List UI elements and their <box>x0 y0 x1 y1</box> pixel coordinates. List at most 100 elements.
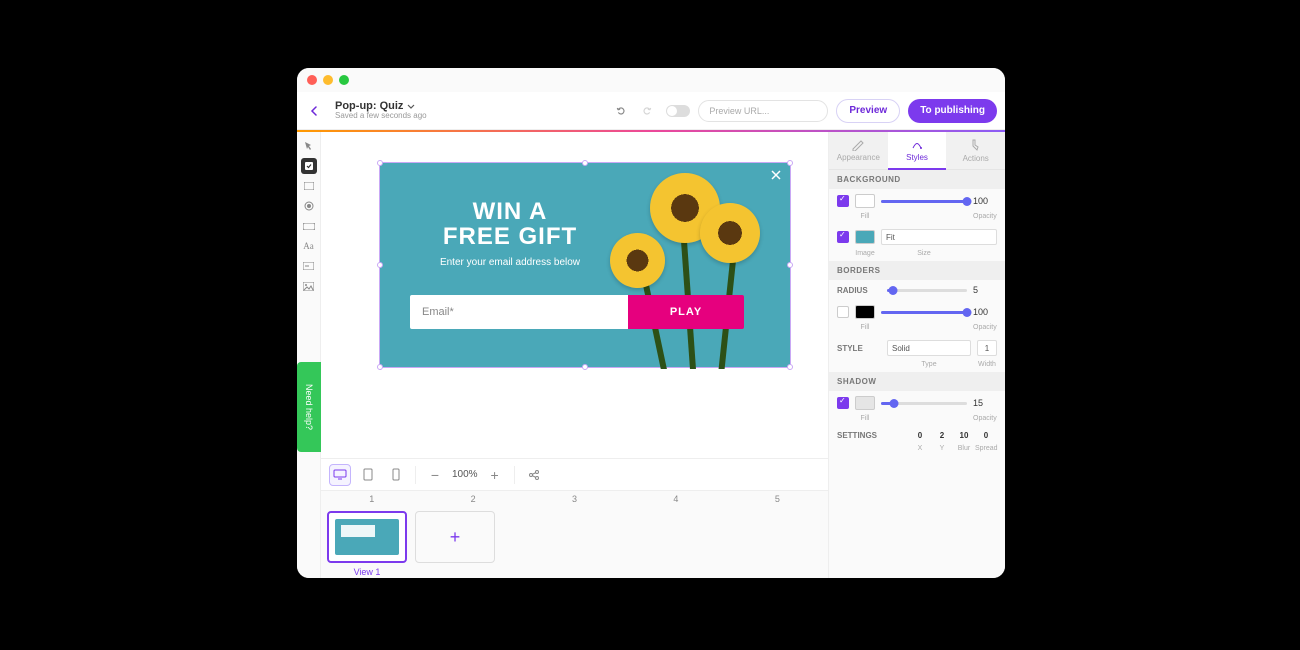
save-status: Saved a few seconds ago <box>335 112 427 121</box>
timeline-ruler: 1 2 3 4 5 <box>321 491 828 507</box>
tool-cursor[interactable] <box>301 138 317 154</box>
preview-url-placeholder: Preview URL... <box>709 106 769 116</box>
app-window: Pop-up: Quiz Saved a few seconds ago Pre… <box>297 68 1005 578</box>
form-icon <box>303 262 314 270</box>
actions-icon <box>970 138 982 152</box>
tool-circle[interactable] <box>301 198 317 214</box>
window-close-dot[interactable] <box>307 75 317 85</box>
shadow-opacity-slider[interactable] <box>881 402 967 405</box>
popup-copy: WIN A FREE GIFT Enter your email address… <box>410 199 610 268</box>
radio-icon <box>304 201 314 211</box>
border-fill-toggle[interactable] <box>837 306 849 318</box>
rectangle-icon <box>304 182 314 190</box>
device-tablet[interactable] <box>357 464 379 486</box>
mobile-icon <box>392 468 400 481</box>
bg-fill-toggle[interactable] <box>837 195 849 207</box>
bg-image-swatch[interactable] <box>855 230 875 244</box>
popup-play-button[interactable]: PLAY <box>628 295 744 329</box>
popup-image <box>590 163 790 369</box>
window-min-dot[interactable] <box>323 75 333 85</box>
shadow-opacity-value: 15 <box>973 398 997 408</box>
resize-handle-tl[interactable] <box>377 160 383 166</box>
preview-url-input[interactable]: Preview URL... <box>698 100 828 122</box>
tool-rectangle[interactable] <box>301 178 317 194</box>
resize-handle-ml[interactable] <box>377 262 383 268</box>
shadow-fill-swatch[interactable] <box>855 396 875 410</box>
border-radius-slider[interactable] <box>887 289 967 292</box>
zoom-in[interactable]: + <box>484 464 506 486</box>
resize-handle-tc[interactable] <box>582 160 588 166</box>
shadow-y[interactable]: 2 <box>931 431 953 440</box>
shadow-toggle[interactable] <box>837 397 849 409</box>
styles-icon <box>910 139 924 151</box>
canvas-column: Need help? <box>321 132 828 578</box>
titlebar <box>297 68 1005 92</box>
appearance-icon <box>851 139 865 151</box>
tool-form[interactable] <box>301 258 317 274</box>
popup-headline-2: FREE GIFT <box>410 224 610 249</box>
bg-opacity-value: 100 <box>973 196 997 206</box>
tool-rail: Aa <box>297 132 321 578</box>
border-fill-swatch[interactable] <box>855 305 875 319</box>
tool-button[interactable] <box>301 218 317 234</box>
check-square-icon <box>304 161 314 171</box>
tool-container[interactable] <box>301 158 317 174</box>
timeline-view-1[interactable]: View 1 <box>327 511 407 577</box>
tablet-icon <box>363 468 373 481</box>
zoom-value: 100% <box>452 469 478 480</box>
chevron-left-icon <box>310 106 318 116</box>
radius-label: RADIUS <box>837 286 881 295</box>
header: Pop-up: Quiz Saved a few seconds ago Pre… <box>297 92 1005 130</box>
undo-button[interactable] <box>612 102 630 120</box>
border-width-value[interactable]: 1 <box>977 340 997 356</box>
preview-button[interactable]: Preview <box>836 99 900 123</box>
share-icon <box>528 469 540 481</box>
button-icon <box>303 223 315 230</box>
zoom-out[interactable]: − <box>424 464 446 486</box>
resize-handle-bc[interactable] <box>582 364 588 370</box>
shadow-blur[interactable]: 10 <box>953 431 975 440</box>
device-desktop[interactable] <box>329 464 351 486</box>
image-icon <box>303 282 314 291</box>
border-style-select[interactable]: Solid <box>887 340 971 356</box>
preview-toggle[interactable] <box>666 105 690 117</box>
device-mobile[interactable] <box>385 464 407 486</box>
device-bar: − 100% + <box>321 458 828 490</box>
close-icon <box>770 169 782 181</box>
cursor-icon <box>304 141 314 151</box>
border-opacity-slider[interactable] <box>881 311 967 314</box>
shadow-spread[interactable]: 0 <box>975 431 997 440</box>
timeline: 1 2 3 4 5 View 1 + <box>321 490 828 578</box>
timeline-add-view[interactable]: + <box>415 511 495 563</box>
window-max-dot[interactable] <box>339 75 349 85</box>
redo-button[interactable] <box>638 102 656 120</box>
bg-opacity-slider[interactable] <box>881 200 967 203</box>
popup-email-input[interactable]: Email* <box>410 295 628 329</box>
back-button[interactable] <box>305 102 323 120</box>
style-label: STYLE <box>837 344 881 353</box>
tab-actions[interactable]: Actions <box>946 132 1005 170</box>
border-radius-value: 5 <box>973 285 997 295</box>
share-button[interactable] <box>523 464 545 486</box>
chevron-down-icon <box>407 104 415 109</box>
help-tab[interactable]: Need help? <box>297 362 321 452</box>
popup-close-button[interactable] <box>770 169 782 181</box>
tool-text[interactable]: Aa <box>301 238 317 254</box>
resize-handle-bl[interactable] <box>377 364 383 370</box>
tab-styles[interactable]: Styles <box>888 132 947 170</box>
inspector-panel: Appearance Styles Actions BACKGROUND 100… <box>828 132 1005 578</box>
section-background: BACKGROUND <box>829 170 1005 189</box>
popup-element[interactable]: WIN A FREE GIFT Enter your email address… <box>379 162 791 368</box>
bg-image-toggle[interactable] <box>837 231 849 243</box>
publish-button[interactable]: To publishing <box>908 99 997 123</box>
bg-size-select[interactable]: Fit <box>881 229 997 245</box>
canvas[interactable]: WIN A FREE GIFT Enter your email address… <box>321 132 828 458</box>
undo-icon <box>615 105 627 117</box>
section-shadow: SHADOW <box>829 372 1005 391</box>
tool-image[interactable] <box>301 278 317 294</box>
shadow-x[interactable]: 0 <box>909 431 931 440</box>
popup-headline-1: WIN A <box>410 199 610 224</box>
bg-fill-swatch[interactable] <box>855 194 875 208</box>
popup-form: Email* PLAY <box>410 295 744 329</box>
tab-appearance[interactable]: Appearance <box>829 132 888 170</box>
